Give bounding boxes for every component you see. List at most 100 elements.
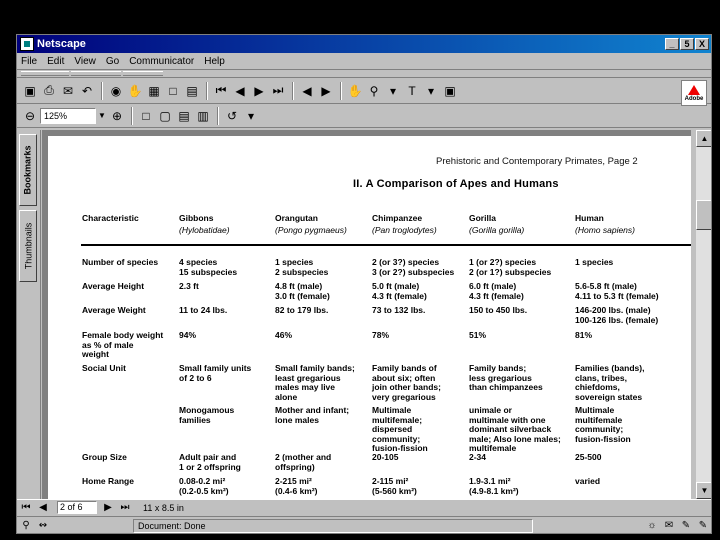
collapsed-toolbars[interactable] — [17, 70, 711, 78]
composer-icon[interactable]: ✎ — [696, 519, 710, 533]
first-page-icon[interactable]: ⏮ — [212, 82, 230, 100]
online-status-icon[interactable]: ↭ — [36, 519, 50, 533]
vertical-scrollbar[interactable]: ▲ ▼ — [696, 130, 711, 499]
chevron-down-icon[interactable]: ▾ — [384, 82, 402, 100]
menu-help[interactable]: Help — [204, 56, 225, 67]
table-cell: 78% — [372, 330, 390, 340]
minimize-button[interactable]: _ — [665, 38, 679, 50]
graphics-select-icon[interactable]: □ — [164, 82, 182, 100]
row-label: Female body weight as % of male weight — [82, 330, 164, 359]
table-cell: 5.0 ft (male) 4.3 ft (female) — [372, 281, 427, 301]
row-label: Average Height — [82, 281, 145, 291]
previous-page-icon[interactable]: ◀ — [36, 501, 50, 515]
column-subheader: (Pongo pygmaeus) — [275, 225, 347, 235]
column-subheader: (Gorilla gorilla) — [469, 225, 525, 235]
tab-thumbnails[interactable]: Thumbnails — [19, 210, 37, 282]
menu-view[interactable]: View — [74, 56, 96, 67]
column-subheader: (Hylobatidae) — [179, 225, 230, 235]
forward-icon[interactable]: ▶ — [317, 82, 335, 100]
table-cell: Multimale multifemale; dispersed communi… — [372, 405, 428, 453]
zoom-out-icon[interactable]: ⊖ — [21, 107, 39, 125]
fit-visible-icon[interactable]: ▥ — [194, 107, 212, 125]
next-page-icon[interactable]: ▶ — [250, 82, 268, 100]
column-header: Gibbons — [179, 213, 214, 223]
table-cell: 1 species — [575, 257, 614, 267]
show-navigation-icon[interactable]: ▤ — [183, 82, 201, 100]
discussions-icon[interactable]: ✎ — [679, 519, 693, 533]
close-button[interactable]: X — [695, 38, 709, 50]
text-tool-icon[interactable]: T — [403, 82, 421, 100]
toolbar-band[interactable] — [71, 71, 121, 76]
chevron-down-icon[interactable]: ▼ — [96, 108, 108, 124]
rotate-icon[interactable]: ↺ — [223, 107, 241, 125]
table-cell: unimale or multimale with one dominant s… — [469, 405, 561, 453]
next-page-icon[interactable]: ▶ — [101, 501, 115, 515]
navigation-pane-tabs: Bookmarks Thumbnails — [17, 130, 41, 499]
mail-icon[interactable]: ✉ — [662, 519, 676, 533]
column-header: Chimpanzee — [372, 213, 423, 223]
text-select-icon[interactable]: ▦ — [145, 82, 163, 100]
maximize-button[interactable]: 5 — [680, 38, 694, 50]
browser-window: Netscape _ 5 X File Edit View Go Communi… — [16, 34, 712, 534]
toolbar-band[interactable] — [123, 71, 163, 76]
hand-icon[interactable]: ✋ — [126, 82, 144, 100]
acrobat-toolbar: ▣ ⎙ ✉ ↶ ◉ ✋ ▦ □ ▤ ⏮ ◀ ▶ ⏭ ◀ ▶ ✋ ⚲ ▾ T ▾ … — [17, 78, 711, 106]
page-header: Prehistoric and Contemporary Primates, P… — [436, 156, 638, 167]
zoom-field[interactable]: 125% — [40, 107, 96, 124]
menu-bar: File Edit View Go Communicator Help — [17, 53, 711, 70]
scroll-up-icon[interactable]: ▲ — [696, 130, 711, 147]
security-lock-icon[interactable]: ⚲ — [19, 519, 33, 533]
tab-bookmarks[interactable]: Bookmarks — [19, 134, 37, 206]
column-header: Orangutan — [275, 213, 318, 223]
table-cell: 1 (or 2?) species 2 (or 1?) subspecies — [469, 257, 552, 277]
column-header: Human — [575, 213, 604, 223]
last-page-icon[interactable]: ⏭ — [269, 82, 287, 100]
table-cell: Mother and infant; lone males — [275, 405, 350, 425]
table-cell: Families (bands), clans, tribes, chiefdo… — [575, 363, 645, 402]
document-area[interactable]: Prehistoric and Contemporary Primates, P… — [42, 130, 691, 499]
adobe-mark-icon — [688, 84, 700, 95]
scroll-down-icon[interactable]: ▼ — [696, 482, 711, 499]
table-cell: Monogamous families — [179, 405, 235, 425]
status-text: Document: Done — [133, 518, 533, 533]
hand-tool-icon[interactable]: ✋ — [346, 82, 364, 100]
table-cell: 1 species 2 subspecies — [275, 257, 329, 277]
menu-file[interactable]: File — [21, 56, 37, 67]
email-icon[interactable]: ✉ — [59, 82, 77, 100]
status-bar: ⚲ ↭ Document: Done ☼ ✉ ✎ ✎ — [17, 516, 711, 533]
back-icon[interactable]: ◀ — [298, 82, 316, 100]
previous-page-icon[interactable]: ◀ — [231, 82, 249, 100]
fit-page-icon[interactable]: ▢ — [156, 107, 174, 125]
section-title: II. A Comparison of Apes and Humans — [353, 178, 559, 190]
menu-go[interactable]: Go — [106, 56, 119, 67]
pdf-page: Prehistoric and Contemporary Primates, P… — [48, 136, 691, 499]
zoom-in-icon[interactable]: ⊕ — [108, 107, 126, 125]
page-number-field[interactable]: 2 of 6 — [57, 501, 97, 514]
fit-width-icon[interactable]: ▤ — [175, 107, 193, 125]
menu-edit[interactable]: Edit — [47, 56, 64, 67]
row-label: Group Size — [82, 452, 127, 462]
table-cell: Small family units of 2 to 6 — [179, 363, 252, 383]
first-page-icon[interactable]: ⏮ — [19, 501, 33, 515]
table-cell: 150 to 450 lbs. — [469, 305, 528, 315]
table-cell: 146-200 lbs. (male) 100-126 lbs. (female… — [575, 305, 659, 325]
undo-icon[interactable]: ↶ — [78, 82, 96, 100]
actual-size-icon[interactable]: □ — [137, 107, 155, 125]
navigator-icon[interactable]: ☼ — [645, 519, 659, 533]
menu-communicator[interactable]: Communicator — [129, 56, 194, 67]
crop-icon[interactable]: ▣ — [441, 82, 459, 100]
print-icon[interactable]: ⎙ — [40, 82, 58, 100]
save-icon[interactable]: ▣ — [21, 82, 39, 100]
last-page-icon[interactable]: ⏭ — [118, 501, 132, 515]
title-bar[interactable]: Netscape _ 5 X — [17, 35, 711, 53]
chevron-down-icon[interactable]: ▾ — [242, 107, 260, 125]
toolbar-band[interactable] — [21, 71, 69, 76]
zoom-icon[interactable]: ⚲ — [365, 82, 383, 100]
chevron-down-icon[interactable]: ▾ — [422, 82, 440, 100]
table-cell: 1.9-3.1 mi² (4.9-8.1 km²) — [469, 476, 519, 496]
scroll-thumb[interactable] — [696, 200, 711, 230]
column-header: Gorilla — [469, 213, 496, 223]
page-size: 11 x 8.5 in — [143, 502, 184, 513]
table-cell: 11 to 24 lbs. — [179, 305, 228, 315]
find-icon[interactable]: ◉ — [107, 82, 125, 100]
